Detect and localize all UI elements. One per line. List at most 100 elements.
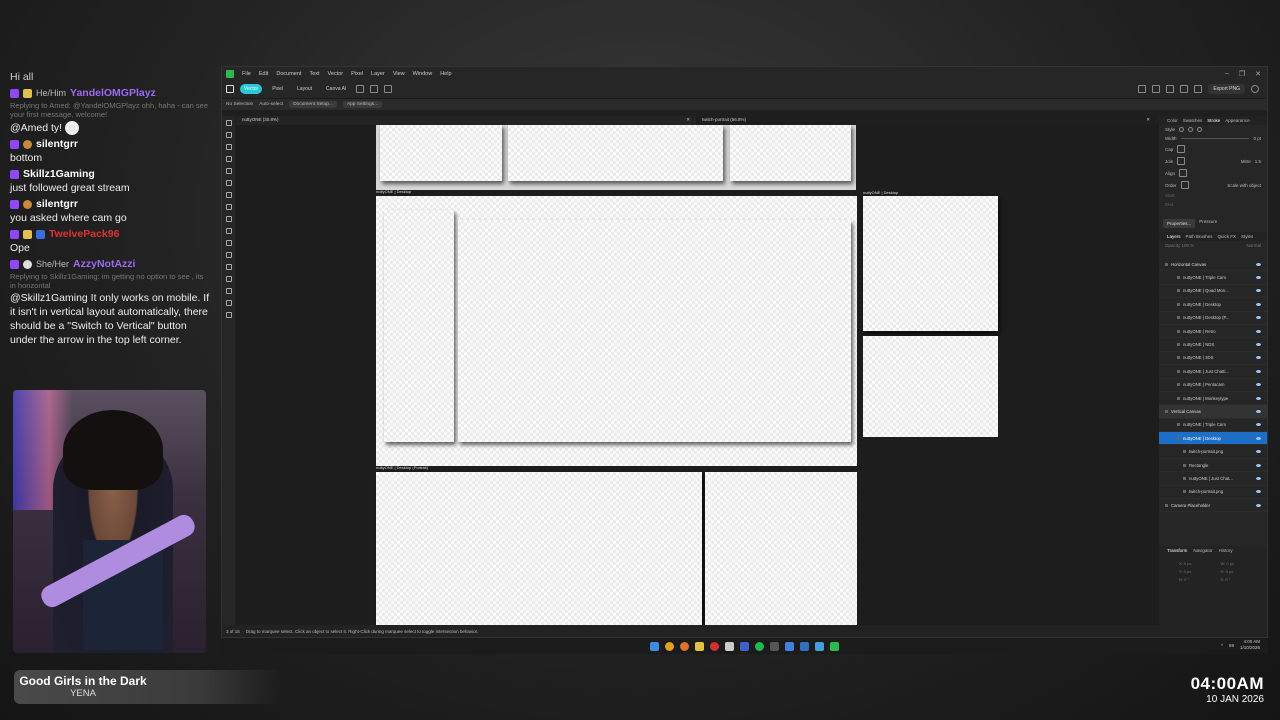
layer-row[interactable]: nuttyONE | Retro bbox=[1159, 325, 1267, 339]
pressure-label[interactable]: Pressure bbox=[1199, 219, 1217, 228]
rectangle-tool-icon[interactable] bbox=[225, 228, 232, 234]
artboard-right-top[interactable] bbox=[863, 196, 998, 331]
menu-window[interactable]: Window bbox=[413, 71, 433, 77]
grid-icon[interactable] bbox=[1166, 85, 1175, 93]
style-dash-icon[interactable] bbox=[1197, 127, 1203, 132]
visibility-eye-icon[interactable] bbox=[1256, 302, 1261, 306]
visibility-eye-icon[interactable] bbox=[1256, 423, 1261, 427]
spotify-icon[interactable] bbox=[755, 641, 764, 651]
visibility-eye-icon[interactable] bbox=[1256, 262, 1261, 266]
tab-appearance[interactable]: Appearance bbox=[1225, 118, 1249, 123]
layer-row[interactable]: nuttyONE | Triple Cam bbox=[1159, 419, 1267, 433]
affinity-icon[interactable] bbox=[226, 85, 234, 93]
copy-icon[interactable] bbox=[370, 85, 379, 93]
gradient-tool-icon[interactable] bbox=[225, 204, 232, 210]
app-settings-button[interactable]: App Settings... bbox=[342, 101, 383, 108]
tab-close-icon[interactable]: ✕ bbox=[686, 117, 690, 124]
menu-edit[interactable]: Edit bbox=[259, 71, 268, 77]
view-icon[interactable] bbox=[1180, 85, 1189, 93]
app-icon[interactable] bbox=[800, 641, 809, 651]
visibility-eye-icon[interactable] bbox=[1256, 316, 1261, 320]
width-slider[interactable] bbox=[1180, 138, 1250, 139]
minimize-icon[interactable]: – bbox=[1225, 70, 1229, 78]
firefox-icon[interactable] bbox=[680, 641, 689, 651]
tab-layers[interactable]: Layers bbox=[1167, 234, 1181, 239]
tab-twitch-portrait[interactable]: twitch-portrait (56.8%) ✕ bbox=[696, 116, 1156, 125]
scale-with-object[interactable]: Scale with object bbox=[1227, 183, 1261, 188]
app-icon[interactable] bbox=[770, 641, 779, 651]
layer-row[interactable]: twitch-portrait.png bbox=[1159, 486, 1267, 500]
chat-username[interactable]: silentgrr bbox=[36, 137, 78, 151]
mitre-value[interactable]: 1.5 bbox=[1255, 159, 1261, 164]
tray-clock[interactable]: 4:00 AM 1/10/2026 bbox=[1240, 639, 1260, 651]
tab-styles[interactable]: Styles bbox=[1241, 234, 1253, 239]
layer-row[interactable]: nuttyONE | Desktop (P... bbox=[1159, 312, 1267, 325]
chat-username[interactable]: TwelvePack96 bbox=[49, 227, 119, 241]
transform-x[interactable]: X: 0 px bbox=[1179, 561, 1218, 566]
maximize-icon[interactable]: ❐ bbox=[1239, 70, 1245, 78]
text-tool-icon[interactable] bbox=[225, 252, 232, 258]
visibility-eye-icon[interactable] bbox=[1256, 343, 1261, 347]
chat-username[interactable]: YandelOMGPlayz bbox=[70, 86, 156, 100]
export-button[interactable]: Export PNG bbox=[1208, 84, 1245, 94]
layer-row[interactable]: nuttyONE | 3DS bbox=[1159, 352, 1267, 366]
visibility-eye-icon[interactable] bbox=[1256, 409, 1261, 413]
pen-icon[interactable] bbox=[1194, 85, 1203, 93]
document-setup-button[interactable]: Document Setup... bbox=[289, 101, 337, 108]
artboard-bottom-left[interactable] bbox=[376, 472, 702, 626]
tab-navigator[interactable]: Navigator bbox=[1193, 548, 1212, 553]
crop-icon[interactable] bbox=[384, 85, 393, 93]
visibility-eye-icon[interactable] bbox=[1256, 369, 1261, 373]
artboard-right-bottom[interactable] bbox=[863, 336, 998, 437]
obs-icon[interactable] bbox=[710, 641, 719, 651]
menu-help[interactable]: Help bbox=[440, 71, 451, 77]
layer-blend-mode[interactable]: Normal bbox=[1246, 243, 1261, 248]
layer-row[interactable]: nuttyONE | Triple Cam bbox=[1159, 271, 1267, 285]
visibility-eye-icon[interactable] bbox=[1256, 476, 1261, 480]
persona-pixel[interactable]: Pixel bbox=[268, 84, 287, 94]
transparency-tool-icon[interactable] bbox=[225, 216, 232, 222]
menu-pixel[interactable]: Pixel bbox=[351, 71, 363, 77]
corner-tool-icon[interactable] bbox=[225, 144, 232, 150]
layer-row[interactable]: nuttyONE | Just Chatti... bbox=[1159, 365, 1267, 379]
layer-row[interactable]: Vertical Canvas bbox=[1159, 405, 1267, 419]
visibility-eye-icon[interactable] bbox=[1256, 463, 1261, 467]
visibility-eye-icon[interactable] bbox=[1256, 450, 1261, 454]
cap-icon[interactable] bbox=[1177, 145, 1186, 153]
layer-opacity[interactable]: Opacity 100 % bbox=[1165, 243, 1194, 248]
hand-tool-icon[interactable] bbox=[225, 300, 232, 306]
layer-row[interactable]: Camera Placeholder bbox=[1159, 499, 1267, 513]
arrange-icon[interactable] bbox=[1138, 85, 1147, 93]
chat-username[interactable]: silentgrr bbox=[36, 197, 78, 211]
tab-stroke[interactable]: Stroke bbox=[1207, 118, 1220, 123]
layer-row[interactable]: nuttyONE | NDS bbox=[1159, 338, 1267, 352]
artboard-bottom-right[interactable] bbox=[705, 472, 857, 626]
visibility-eye-icon[interactable] bbox=[1256, 436, 1261, 440]
menu-view[interactable]: View bbox=[393, 71, 405, 77]
color-picker-tool-icon[interactable] bbox=[225, 288, 232, 294]
visibility-eye-icon[interactable] bbox=[1256, 276, 1261, 280]
style-solid-icon[interactable] bbox=[1188, 127, 1194, 132]
join-icon[interactable] bbox=[1177, 157, 1186, 165]
tab-quick-fx[interactable]: Quick FX bbox=[1218, 234, 1237, 239]
tab-path-brushes[interactable]: Path Brushes bbox=[1186, 234, 1213, 239]
ellipse-tool-icon[interactable] bbox=[225, 240, 232, 246]
snap-icon[interactable] bbox=[1152, 85, 1161, 93]
menu-text[interactable]: Text bbox=[309, 71, 319, 77]
persona-canva-ai[interactable]: Canva AI bbox=[322, 84, 350, 94]
tray-number[interactable]: 69 bbox=[1229, 643, 1234, 648]
tab-history[interactable]: History bbox=[1219, 548, 1233, 553]
chat-username[interactable]: Skillz1Gaming bbox=[23, 167, 95, 181]
layer-row[interactable]: nuttyONE | Just Chat... bbox=[1159, 472, 1267, 486]
tab-swatches[interactable]: Swatches bbox=[1183, 118, 1203, 123]
help-icon[interactable] bbox=[1251, 85, 1259, 93]
pen-tool-icon[interactable] bbox=[225, 156, 232, 162]
transform-h[interactable]: H: 0 px bbox=[1221, 569, 1260, 574]
layer-row[interactable]: nuttyONE | Desktop bbox=[1159, 432, 1267, 446]
chat-username[interactable]: AzzyNotAzzi bbox=[73, 257, 135, 271]
order-icon[interactable] bbox=[1180, 181, 1189, 189]
layer-row[interactable]: twitch-portrait.png bbox=[1159, 445, 1267, 459]
tray-arrow-icon[interactable]: ^ bbox=[1221, 643, 1223, 648]
properties-button[interactable]: Properties... bbox=[1163, 219, 1196, 228]
notepad-icon[interactable] bbox=[725, 641, 734, 651]
